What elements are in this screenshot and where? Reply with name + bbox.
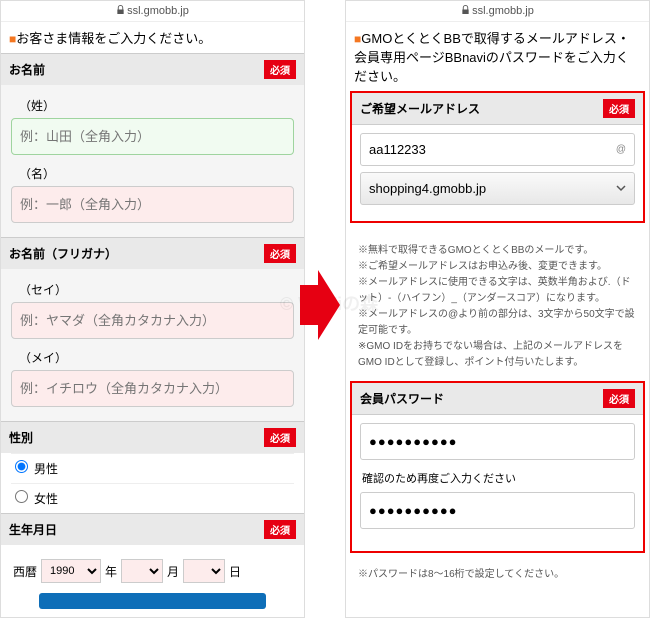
chevron-down-icon [616,181,626,196]
arrow-icon [300,270,340,343]
url-text: ssl.gmobb.jp [127,5,189,17]
address-bar: ssl.gmobb.jp [346,1,649,22]
password-confirm-input[interactable]: ●●●●●●●●●● [360,492,635,529]
password-section-header: 会員パスワード必須 [352,383,643,415]
month-select[interactable] [121,559,163,583]
email-highlight-box: ご希望メールアドレス必須 aa112233 @ shopping4.gmobb.… [350,91,645,223]
year-select[interactable]: 1990 [41,559,101,583]
section-heading: ■GMOとくとくBBで取得するメールアドレス・会員専用ページBBnaviのパスワ… [346,22,649,91]
gender-female-radio[interactable] [15,490,28,503]
password-confirm-label: 確認のため再度ご入力ください [360,466,635,492]
gender-male-radio[interactable] [15,460,28,473]
ksei-input[interactable] [11,302,294,339]
email-section-header: ご希望メールアドレス必須 [352,93,643,125]
gender-female-row[interactable]: 女性 [11,483,294,513]
right-screen: ssl.gmobb.jp ■GMOとくとくBBで取得するメールアドレス・会員専用… [345,0,650,618]
lock-icon [461,5,470,17]
kmei-label: （メイ） [19,349,294,366]
next-button[interactable] [39,593,265,609]
sei-input[interactable] [11,118,294,155]
mei-label: （名） [19,165,294,182]
required-badge: 必須 [264,428,296,447]
address-bar: ssl.gmobb.jp [1,1,304,22]
required-badge: 必須 [264,60,296,79]
domain-select[interactable]: shopping4.gmobb.jp [360,172,635,205]
required-badge: 必須 [264,520,296,539]
era-label: 西暦 [13,563,37,580]
left-screen: ssl.gmobb.jp ■お客さま情報をご入力ください。 お名前必須 （姓） … [0,0,305,618]
mei-input[interactable] [11,186,294,223]
gender-male-row[interactable]: 男性 [11,453,294,483]
password-highlight-box: 会員パスワード必須 ●●●●●●●●●● 確認のため再度ご入力ください ●●●●… [350,381,645,553]
kmei-input[interactable] [11,370,294,407]
dob-section-header: 生年月日必須 [1,513,304,545]
required-badge: 必須 [603,389,635,408]
required-badge: 必須 [603,99,635,118]
lock-icon [116,5,125,17]
at-sign: @ [616,144,626,155]
required-badge: 必須 [264,244,296,263]
day-select[interactable] [183,559,225,583]
password-input[interactable]: ●●●●●●●●●● [360,423,635,460]
name-section-header: お名前必須 [1,53,304,85]
ksei-label: （セイ） [19,281,294,298]
email-input[interactable]: aa112233 @ [360,133,635,166]
email-notes: 無料で取得できるGMOとくとくBBのメールです。 ご希望メールアドレスはお申込み… [346,233,649,381]
url-text: ssl.gmobb.jp [472,5,534,17]
kana-section-header: お名前（フリガナ）必須 [1,237,304,269]
sei-label: （姓） [19,97,294,114]
password-note: パスワードは8～16桁で設定してください。 [346,563,649,593]
gender-section-header: 性別必須 [1,421,304,453]
section-heading: ■お客さま情報をご入力ください。 [1,22,304,53]
